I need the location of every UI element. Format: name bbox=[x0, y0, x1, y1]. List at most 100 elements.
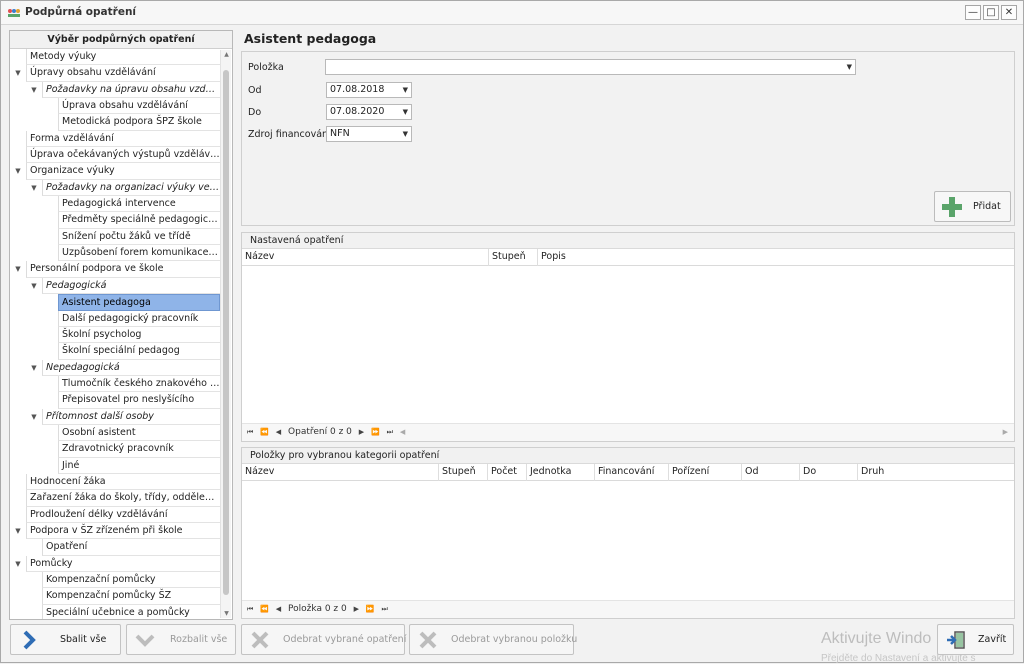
tree-item-label[interactable]: Úpravy obsahu vzdělávání bbox=[26, 65, 220, 82]
scroll-right-icon[interactable]: ▶ bbox=[1003, 424, 1008, 441]
tree-row[interactable]: Tlumočník českého znakového jazyka bbox=[10, 375, 220, 393]
tree-row[interactable]: Metody výuky bbox=[10, 49, 220, 66]
close-button[interactable]: Zavřít bbox=[937, 624, 1014, 655]
prev-icon[interactable]: ◀ bbox=[276, 601, 281, 618]
tree-item-label[interactable]: Přepisovatel pro neslyšícího bbox=[58, 392, 220, 409]
col-od[interactable]: Od bbox=[742, 464, 800, 481]
tree-row[interactable]: Kompenzační pomůcky bbox=[10, 572, 220, 589]
tree-row[interactable]: Jiné bbox=[10, 457, 220, 474]
col-nazev[interactable]: Název bbox=[242, 249, 489, 266]
tree-row[interactable]: ▼ Pedagogická bbox=[10, 277, 220, 295]
tree-item-label[interactable]: Organizace výuky bbox=[26, 163, 220, 180]
od-date-picker[interactable]: 07.08.2018 ▼ bbox=[326, 82, 412, 98]
tree-item-label[interactable]: Úprava obsahu vzdělávání bbox=[58, 98, 220, 115]
minimize-button[interactable]: — bbox=[965, 5, 981, 20]
tree-row[interactable]: ▼ Podpora v ŠZ zřízeném při škole bbox=[10, 522, 220, 540]
tree-scrollbar[interactable]: ▲ ▼ bbox=[220, 50, 231, 618]
col-stupen[interactable]: Stupeň bbox=[439, 464, 488, 481]
tree-row[interactable]: ▼ Požadavky na organizaci výuky ve škole bbox=[10, 179, 220, 197]
tree-item-label[interactable]: Asistent pedagoga bbox=[58, 294, 220, 311]
tree-row[interactable]: ▼ Úpravy obsahu vzdělávání bbox=[10, 65, 220, 82]
expand-toggle-icon[interactable]: ▼ bbox=[12, 556, 24, 572]
tree-row[interactable]: Asistent pedagoga bbox=[10, 294, 220, 311]
tree-item-label[interactable]: Požadavky na úpravu obsahu vzděl... bbox=[42, 81, 220, 99]
tree-item-label[interactable]: Předměty speciálně pedagogické p... bbox=[58, 212, 220, 229]
col-porizeni[interactable]: Pořízení bbox=[669, 464, 742, 481]
tree-row[interactable]: Kompenzační pomůcky ŠZ bbox=[10, 588, 220, 605]
tree-row[interactable]: ▼ Požadavky na úpravu obsahu vzděl... bbox=[10, 81, 220, 99]
tree-row[interactable]: Další pedagogický pracovník bbox=[10, 310, 220, 327]
tree-row[interactable]: Osobní asistent bbox=[10, 424, 220, 442]
tree-item-label[interactable]: Požadavky na organizaci výuky ve škole bbox=[42, 179, 220, 197]
remove-item-button[interactable]: Odebrat vybranou položku bbox=[409, 624, 577, 655]
col-jednotka[interactable]: Jednotka bbox=[527, 464, 595, 481]
tree-row[interactable]: ▼ Nepedagogická bbox=[10, 359, 220, 376]
col-financovani[interactable]: Financování bbox=[595, 464, 669, 481]
col-druh[interactable]: Druh bbox=[858, 464, 1014, 481]
tree-row[interactable]: Školní speciální pedagog bbox=[10, 343, 220, 360]
tree-row[interactable]: Speciální učebnice a pomůcky bbox=[10, 604, 220, 619]
tree-row[interactable]: Zdravotnický pracovník bbox=[10, 441, 220, 458]
expand-toggle-icon[interactable]: ▼ bbox=[12, 523, 24, 539]
tree-row[interactable]: Zařazení žáka do školy, třídy, oddělení,… bbox=[10, 490, 220, 507]
tree-item-label[interactable]: Pedagogická bbox=[42, 277, 220, 295]
tree-item-label[interactable]: Nepedagogická bbox=[42, 359, 220, 376]
tree-row[interactable]: Školní psycholog bbox=[10, 326, 220, 344]
scroll-thumb[interactable] bbox=[223, 70, 229, 595]
scroll-down-icon[interactable]: ▼ bbox=[222, 610, 231, 617]
zdroj-combo[interactable]: NFN ▼ bbox=[326, 126, 412, 142]
col-pocet[interactable]: Počet bbox=[488, 464, 527, 481]
expand-toggle-icon[interactable]: ▼ bbox=[12, 65, 24, 81]
tree-row[interactable]: Prodloužení délky vzdělávání bbox=[10, 506, 220, 523]
tree-item-label[interactable]: Úprava očekávaných výstupů vzdělávání bbox=[26, 147, 220, 164]
last-page-icon[interactable]: ⏭ bbox=[381, 601, 387, 618]
tree-row[interactable]: Úprava obsahu vzdělávání bbox=[10, 98, 220, 115]
tree-item-label[interactable]: Pomůcky bbox=[26, 555, 220, 572]
expand-toggle-icon[interactable]: ▼ bbox=[12, 163, 24, 179]
tree-item-label[interactable]: Tlumočník českého znakového jazyka bbox=[58, 375, 220, 393]
tree-item-label[interactable]: Školní speciální pedagog bbox=[58, 343, 220, 360]
expand-toggle-icon[interactable]: ▼ bbox=[28, 360, 40, 376]
expand-toggle-icon[interactable]: ▼ bbox=[28, 82, 40, 98]
collapse-all-button[interactable]: Sbalit vše bbox=[10, 624, 121, 655]
maximize-button[interactable]: □ bbox=[983, 5, 999, 20]
tree-item-label[interactable]: Opatření bbox=[42, 539, 220, 556]
tree-item-label[interactable]: Kompenzační pomůcky ŠZ bbox=[42, 588, 220, 605]
scroll-up-icon[interactable]: ▲ bbox=[222, 51, 231, 58]
tree-row[interactable]: Forma vzdělávání bbox=[10, 130, 220, 148]
tree-item-label[interactable]: Podpora v ŠZ zřízeném při škole bbox=[26, 522, 220, 540]
tree-row[interactable]: ▼ Organizace výuky bbox=[10, 163, 220, 180]
tree-item-label[interactable]: Personální podpora ve škole bbox=[26, 261, 220, 278]
expand-toggle-icon[interactable]: ▼ bbox=[28, 180, 40, 196]
expand-toggle-icon[interactable]: ▼ bbox=[12, 261, 24, 277]
tree-item-label[interactable]: Jiné bbox=[58, 457, 220, 474]
prev-page-icon[interactable]: ⏪ bbox=[260, 601, 269, 618]
tree-row[interactable]: Uzpůsobení forem komunikace a zp... bbox=[10, 245, 220, 262]
col-popis[interactable]: Popis bbox=[538, 249, 1014, 266]
tree-row[interactable]: Metodická podpora ŠPZ škole bbox=[10, 114, 220, 131]
tree-item-label[interactable]: Osobní asistent bbox=[58, 424, 220, 442]
tree-row[interactable]: Hodnocení žáka bbox=[10, 473, 220, 491]
tree-item-label[interactable]: Prodloužení délky vzdělávání bbox=[26, 506, 220, 523]
tree-item-label[interactable]: Snížení počtu žáků ve třídě bbox=[58, 228, 220, 246]
tree-item-label[interactable]: Metodická podpora ŠPZ škole bbox=[58, 114, 220, 131]
add-button[interactable]: Přidat bbox=[934, 191, 1011, 222]
tree-row[interactable]: ▼ Pomůcky bbox=[10, 555, 220, 572]
tree-row[interactable]: Opatření bbox=[10, 539, 220, 556]
tree-row[interactable]: ▼ Personální podpora ve škole bbox=[10, 261, 220, 278]
tree-row[interactable]: Úprava očekávaných výstupů vzdělávání bbox=[10, 147, 220, 164]
tree-item-label[interactable]: Speciální učebnice a pomůcky bbox=[42, 604, 220, 619]
tree-item-label[interactable]: Zdravotnický pracovník bbox=[58, 441, 220, 458]
polozka-combo[interactable]: ▼ bbox=[325, 59, 856, 75]
remove-measure-button[interactable]: Odebrat vybrané opatření bbox=[241, 624, 406, 655]
tree-item-label[interactable]: Hodnocení žáka bbox=[26, 473, 220, 491]
tree-item-label[interactable]: Forma vzdělávání bbox=[26, 130, 220, 148]
tree-item-label[interactable]: Uzpůsobení forem komunikace a zp... bbox=[58, 245, 220, 262]
first-page-icon[interactable]: ⏮ bbox=[247, 601, 253, 618]
tree-item-label[interactable]: Přítomnost další osoby bbox=[42, 408, 220, 425]
expand-all-button[interactable]: Rozbalit vše bbox=[126, 624, 236, 655]
tree-row[interactable]: Snížení počtu žáků ve třídě bbox=[10, 228, 220, 246]
tree-item-label[interactable]: Zařazení žáka do školy, třídy, oddělení,… bbox=[26, 490, 220, 507]
next-page-icon[interactable]: ⏩ bbox=[366, 601, 375, 618]
tree-item-label[interactable]: Metody výuky bbox=[26, 49, 220, 66]
